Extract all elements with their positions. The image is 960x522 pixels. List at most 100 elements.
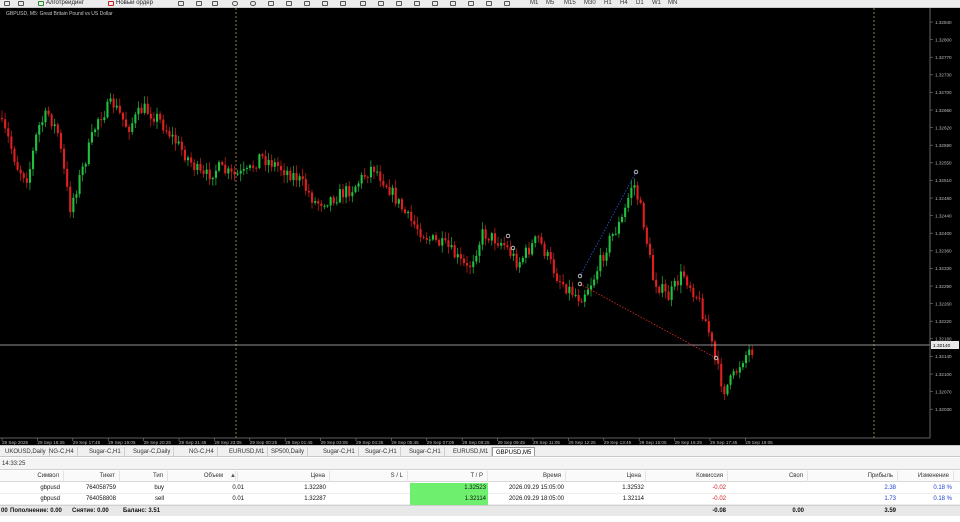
- candle-body: [109, 98, 112, 102]
- candle-body: [664, 284, 667, 292]
- chart-shift-icon[interactable]: [304, 1, 310, 6]
- timeframe-h4[interactable]: H4: [620, 0, 628, 7]
- chart-tab[interactable]: EURUSD,M1: [226, 447, 269, 456]
- timeframe-mn[interactable]: MN: [668, 0, 677, 7]
- col-tp[interactable]: T / P: [408, 471, 488, 482]
- timeframe-m30[interactable]: M30: [584, 0, 596, 7]
- col-type[interactable]: Тип: [120, 471, 168, 482]
- candle-body: [320, 203, 323, 206]
- chart-tab[interactable]: UKOUSD,Daily: [2, 447, 50, 456]
- chart-tab[interactable]: NG-C,H4: [186, 447, 218, 456]
- col-swap[interactable]: Своп: [728, 471, 808, 482]
- candle-body: [131, 123, 134, 133]
- candle-body: [121, 112, 124, 120]
- chart-tab[interactable]: Sugar-C,H1: [86, 447, 125, 456]
- cell-tp[interactable]: 1.32114: [410, 494, 488, 505]
- shapes-icon[interactable]: [504, 1, 510, 6]
- cell-tp[interactable]: 1.32523: [410, 483, 488, 494]
- candle-body: [379, 171, 382, 181]
- candle-body: [413, 220, 416, 225]
- chart-tab[interactable]: Sugar-C,H1: [362, 447, 401, 456]
- bar-chart-icon[interactable]: [178, 1, 184, 6]
- col-profit[interactable]: Прибыль: [808, 471, 898, 482]
- candle-body: [521, 257, 524, 263]
- zoom-in-icon[interactable]: [232, 1, 238, 6]
- col-commission[interactable]: Комиссия: [646, 471, 728, 482]
- trendline-icon[interactable]: [432, 1, 438, 6]
- candle-body: [444, 238, 447, 241]
- col-time[interactable]: Время: [488, 471, 566, 482]
- candle-body: [512, 253, 515, 256]
- chart-canvas[interactable]: 1.32840 1.32800 1.32770 1.32730 1.32700 1.326…: [0, 8, 960, 445]
- channel-icon[interactable]: [450, 1, 456, 6]
- col-volume[interactable]: Объем: [168, 471, 236, 482]
- col-price[interactable]: Цена: [246, 471, 330, 482]
- table-row[interactable]: gbpusd 764058759 buy 0.01 1.32280 1.3252…: [0, 483, 960, 494]
- new-order-icon: [108, 1, 114, 6]
- chart-tab[interactable]: Sugar-C,Daily: [130, 447, 175, 456]
- zoom-out-icon[interactable]: [250, 1, 256, 6]
- price-label: 1.32440: [935, 213, 952, 218]
- candle-body: [559, 281, 562, 283]
- col-symbol[interactable]: Символ: [0, 471, 64, 482]
- fibonacci-icon[interactable]: [468, 1, 474, 6]
- chart-tab[interactable]: EURUSD,M1: [450, 447, 493, 456]
- indicators-icon[interactable]: [322, 1, 328, 6]
- candle-body: [75, 194, 78, 198]
- candle-body: [134, 114, 137, 124]
- candle-body: [407, 211, 410, 214]
- price-chart[interactable]: 1.32840 1.32800 1.32770 1.32730 1.32700 1.326…: [0, 8, 960, 445]
- templates-icon[interactable]: [340, 1, 346, 6]
- candle-body: [69, 186, 72, 213]
- cell-commission: -0.02: [712, 496, 726, 502]
- timeframe-m5[interactable]: M5: [546, 0, 554, 7]
- new-order-button[interactable]: Новый ордер: [116, 0, 153, 7]
- col-change[interactable]: Изменение: [898, 471, 954, 482]
- horizontal-line-icon[interactable]: [414, 1, 420, 6]
- chart-tab[interactable]: NG-C,H4: [46, 447, 78, 456]
- chart-tab[interactable]: SP500,Daily: [268, 447, 309, 456]
- algo-trading-button[interactable]: Алготрейдинг: [46, 0, 84, 7]
- cell-time: 2026.09.29 15:05:00: [508, 485, 564, 491]
- cell-sl[interactable]: [330, 494, 408, 505]
- chart-tab[interactable]: GBPUSD,M5: [492, 447, 536, 456]
- vertical-line-icon[interactable]: [396, 1, 402, 6]
- table-row[interactable]: gbpusd 764058808 sell 0.01 1.32287 1.321…: [0, 494, 960, 505]
- col-current-price[interactable]: Цена: [566, 471, 646, 482]
- balance-profit-total: 3.59: [884, 508, 896, 514]
- window-icon[interactable]: [18, 1, 24, 6]
- candle-chart-icon[interactable]: [196, 1, 202, 6]
- grid-icon[interactable]: [268, 1, 274, 6]
- cell-current-price: 1.32114: [622, 496, 644, 502]
- chart-tab[interactable]: Sugar-C,H1: [406, 447, 445, 456]
- candle-body: [205, 169, 208, 174]
- col-sl[interactable]: S / L: [330, 471, 408, 482]
- text-icon[interactable]: [486, 1, 492, 6]
- candle-body: [391, 187, 394, 195]
- timeframe-h1[interactable]: H1: [604, 0, 612, 7]
- autoscroll-icon[interactable]: [286, 1, 292, 6]
- timeframe-d1[interactable]: D1: [636, 0, 644, 7]
- timeframe-w1[interactable]: W1: [652, 0, 661, 7]
- cell-sl[interactable]: [330, 483, 408, 494]
- crosshair-icon[interactable]: [378, 1, 384, 6]
- candle-body: [549, 252, 552, 260]
- chart-tab[interactable]: Sugar-C,H1: [320, 447, 359, 456]
- timeframe-m15[interactable]: M15: [564, 0, 576, 7]
- candle-body: [25, 178, 28, 183]
- col-ticket[interactable]: Тикет: [64, 471, 120, 482]
- candle-body: [667, 291, 670, 300]
- price-label: 1.32290: [935, 284, 952, 289]
- cursor-icon[interactable]: [360, 1, 366, 6]
- price-label: 1.32180: [935, 337, 952, 342]
- price-label: 1.32660: [935, 108, 952, 113]
- line-chart-icon[interactable]: [212, 1, 218, 6]
- candle-body: [518, 262, 521, 268]
- chart-icon[interactable]: [4, 1, 10, 6]
- candle-body: [196, 163, 199, 171]
- timeframe-m1[interactable]: M1: [530, 0, 538, 7]
- candle-body: [614, 233, 617, 235]
- candle-body: [466, 263, 469, 266]
- candle-body: [583, 294, 586, 302]
- candle-body: [273, 162, 276, 167]
